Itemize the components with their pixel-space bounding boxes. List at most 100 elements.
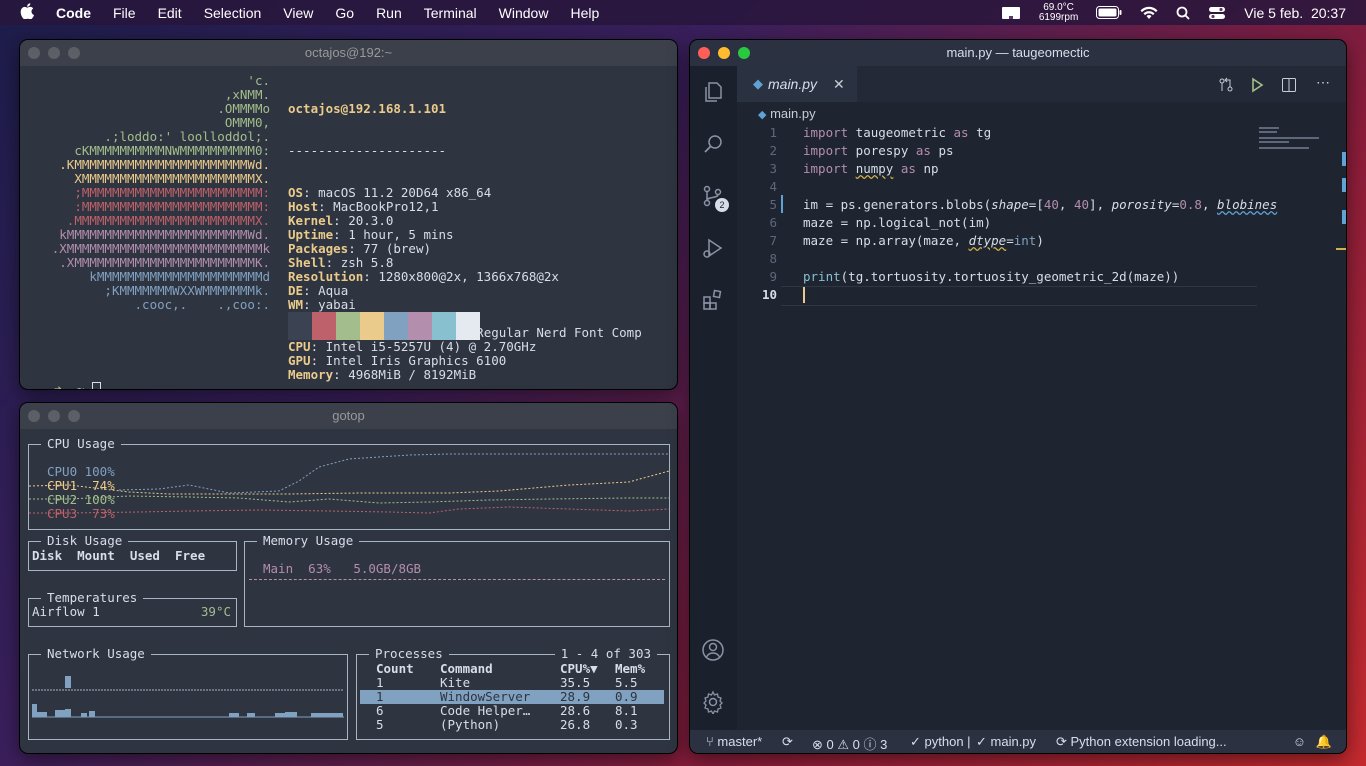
memory-usage-title: Memory Usage (257, 533, 360, 549)
network-graph (32, 676, 344, 718)
open-changes-icon[interactable] (1218, 77, 1234, 93)
more-actions-icon[interactable]: ⋯ (1316, 74, 1330, 91)
proc-header-command[interactable]: Command (440, 662, 493, 676)
problems-indicator[interactable]: ⊗ 0 ⚠ 0 ⓘ 3 (812, 734, 887, 753)
code-line-9: print(tg.tortuosity.tortuosity_geometric… (803, 269, 1180, 284)
cpu-graph (29, 453, 669, 514)
info-row: WM: yabai (288, 298, 642, 312)
info-value: Intel Iris Graphics 6100 (325, 353, 507, 368)
process-cell: Kite (440, 675, 471, 690)
temp-widget[interactable]: 69.0°C 6199rpm (1039, 2, 1078, 23)
python-interpreter[interactable]: ✓ python | (910, 734, 971, 750)
notifications-bell-icon[interactable]: 🔔 (1316, 734, 1332, 750)
run-debug-icon[interactable] (701, 236, 725, 260)
minimize-button[interactable] (718, 47, 730, 59)
status-bar: ⑂ master* ⟳ ⊗ 0 ⚠ 0 ⓘ 3 ✓ python | ✓ mai… (690, 730, 1346, 753)
proc-header-count[interactable]: Count (376, 662, 414, 676)
process-cell: 26.8 (560, 717, 591, 732)
menu-code[interactable]: Code (56, 5, 91, 21)
minimize-button[interactable] (48, 47, 60, 59)
git-branch[interactable]: ⑂ master* (706, 734, 762, 749)
logo-line: .OMMMMo (217, 101, 270, 116)
info-colon: : (318, 199, 334, 214)
logo-line: :MMMMMMMMMMMMMMMMMMMMMMMM: (74, 199, 270, 214)
code-editor[interactable]: 1 2 3 4 5 6 7 8 9 10 import taugeometric as tg im… (737, 124, 1346, 724)
info-colon: : (310, 353, 326, 368)
zoom-button[interactable] (738, 47, 750, 59)
info-colon: : (333, 367, 349, 382)
explorer-icon[interactable] (701, 80, 725, 104)
logo-line: .XMMMMMMMMMMMMMMMMMMMMMMMMK. (59, 255, 270, 270)
info-key: Uptime (288, 227, 334, 242)
code-line-6: maze = np.logical_not(im) (803, 215, 992, 230)
apple-menu-icon[interactable] (20, 3, 34, 22)
breadcrumb[interactable]: ◆ main.py (758, 106, 816, 121)
close-button[interactable] (28, 47, 40, 59)
menu-file[interactable]: File (113, 5, 136, 21)
menu-view[interactable]: View (283, 5, 313, 21)
cpu-core-label: CPU2 100% (47, 492, 115, 507)
close-button[interactable] (28, 410, 40, 422)
notification-icon[interactable] (1001, 6, 1021, 20)
tab-main-py[interactable]: ◆ main.py ✕ (737, 66, 857, 102)
zoom-button[interactable] (68, 47, 80, 59)
search-icon[interactable] (701, 132, 725, 156)
tab-close-icon[interactable]: ✕ (833, 66, 845, 102)
menu-run[interactable]: Run (376, 5, 402, 21)
info-row: Shell: zsh 5.8 (288, 256, 642, 270)
proc-header-mem[interactable]: Mem% (615, 662, 645, 676)
split-editor-icon[interactable] (1281, 77, 1297, 93)
menu-window[interactable]: Window (499, 5, 549, 21)
temp-sensor-name: Airflow 1 (32, 604, 100, 619)
control-center-icon[interactable] (1208, 6, 1226, 20)
line-number: 4 (769, 179, 777, 194)
battery-icon[interactable] (1096, 6, 1122, 19)
vscode-titlebar[interactable]: main.py — taugeomectic (690, 40, 1346, 66)
git-change-marker (781, 195, 783, 213)
color-swatch (336, 312, 360, 340)
info-value: 77 (brew) (363, 241, 432, 256)
process-cell: 0.9 (615, 689, 638, 704)
zoom-button[interactable] (68, 410, 80, 422)
prompt-dir: ~ (76, 381, 85, 390)
process-cell: 28.9 (560, 689, 591, 704)
logo-line: ;MMMMMMMMMMMMMMMMMMMMMMMM: (74, 185, 270, 200)
menu-edit[interactable]: Edit (158, 5, 182, 21)
process-cell: Code Helper… (440, 703, 531, 718)
menu-go[interactable]: Go (335, 5, 354, 21)
info-row: Resolution: 1280x800@2x, 1366x768@2x (288, 270, 642, 284)
info-colon: : (310, 339, 326, 354)
minimize-button[interactable] (48, 410, 60, 422)
terminal-titlebar[interactable]: octajos@192:~ (20, 40, 677, 66)
code-line-1: import taugeometric as tg (803, 125, 992, 140)
info-key: WM (288, 297, 304, 312)
close-button[interactable] (698, 47, 710, 59)
status-file[interactable]: ✓ main.py (976, 734, 1036, 750)
proc-header-cpu[interactable]: CPU%▼ (560, 662, 598, 676)
code-line-2: import porespy as ps (803, 143, 954, 158)
gotop-window: gotop CPU Usage CPU0 100% CPU1 74% CPU2 10… (20, 403, 677, 753)
network-usage-panel: Network Usage (28, 646, 348, 740)
color-swatch (312, 312, 336, 340)
status-menus: 69.0°C 6199rpm Vie 5 feb. 20:37 (992, 0, 1366, 25)
gotop-titlebar[interactable]: gotop (20, 403, 677, 429)
logo-line: .KMMMMMMMMMMMMMMMMMMMMMMMWd. (59, 157, 270, 172)
sync-icon[interactable]: ⟳ (782, 734, 793, 750)
wifi-icon[interactable] (1140, 6, 1158, 20)
extensions-icon[interactable] (701, 288, 725, 312)
run-file-icon[interactable] (1250, 77, 1264, 93)
cpu-core-label: CPU3 73% (47, 506, 115, 521)
accounts-icon[interactable] (701, 638, 725, 662)
feedback-icon[interactable]: ☺ (1293, 734, 1306, 749)
menu-help[interactable]: Help (570, 5, 599, 21)
spotlight-search-icon[interactable] (1176, 6, 1190, 20)
window-controls (28, 410, 88, 422)
info-row: Memory: 4968MiB / 8192MiB (288, 368, 642, 382)
settings-gear-icon[interactable] (701, 690, 725, 714)
menu-selection[interactable]: Selection (204, 5, 262, 21)
minimap[interactable] (1259, 124, 1331, 154)
extension-loading[interactable]: ⟳ Python extension loading... (1056, 734, 1227, 750)
menu-terminal[interactable]: Terminal (424, 5, 477, 21)
shell-prompt[interactable]: ➜ ~ (24, 368, 101, 389)
clock[interactable]: Vie 5 feb. 20:37 (1244, 5, 1346, 21)
